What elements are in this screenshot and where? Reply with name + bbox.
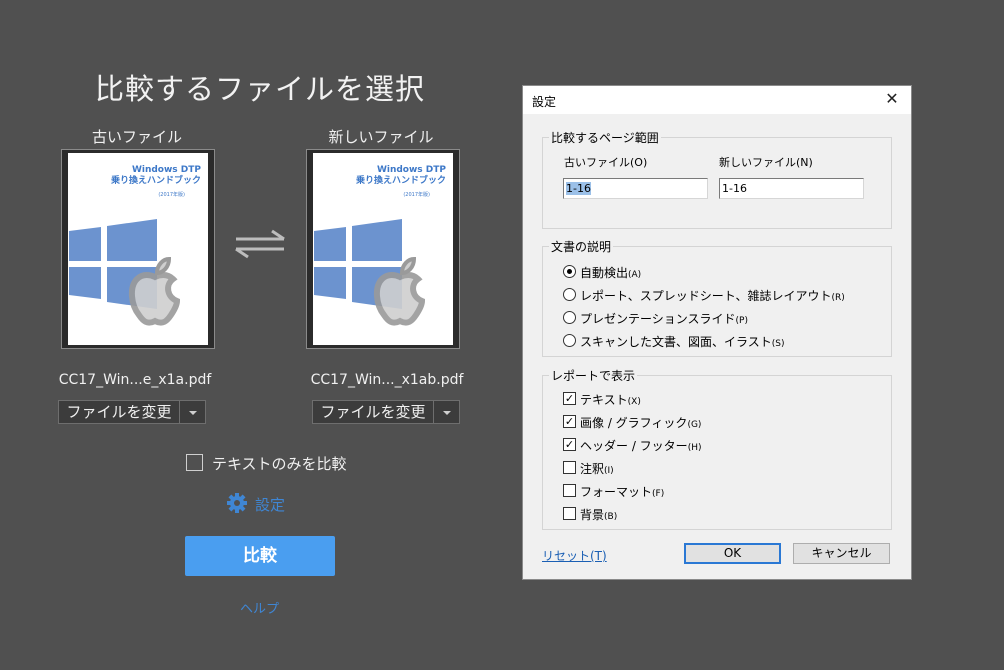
thumb-title: Windows DTP 乗り換えハンドブック (110, 165, 201, 186)
new-change-dropdown-button[interactable] (434, 400, 460, 424)
item-text: ヘッダー / フッター (580, 439, 688, 453)
item-text: 注釈 (580, 462, 605, 476)
thumb-subtitle: (2017年版) (403, 192, 430, 198)
checkbox[interactable] (563, 461, 576, 474)
new-range-value: 1-16 (722, 182, 747, 195)
old-file-thumbnail[interactable]: Windows DTP 乗り換えハンドブック (2017年版) (62, 150, 214, 348)
old-range-label: 古いファイル(O) (564, 156, 648, 169)
settings-dialog: 設定 ✕ 比較するページ範囲 古いファイル(O) 新しいファイル(N) 1-16… (522, 85, 912, 580)
reset-link[interactable]: リセット(T) (542, 547, 607, 564)
radio-button[interactable] (563, 265, 576, 278)
windows-apple-artwork (314, 219, 426, 326)
option-key: (S) (771, 339, 785, 349)
option-text: 自動検出 (580, 266, 629, 280)
dialog-titlebar: 設定 ✕ (523, 86, 911, 114)
new-file-label: 新しいファイル (328, 128, 434, 146)
item-text: フォーマット (580, 485, 653, 499)
page-title: 比較するファイルを選択 (94, 72, 425, 106)
item-text: 背景 (580, 508, 605, 522)
item-key: (G) (687, 420, 702, 430)
item-key: (I) (604, 466, 614, 476)
option-text: スキャンした文書、図面、イラスト (580, 335, 772, 349)
old-change-dropdown-button[interactable] (180, 400, 206, 424)
old-file-label: 古いファイル (91, 128, 182, 146)
gear-icon[interactable] (227, 493, 247, 513)
checkbox[interactable]: ✓ (563, 415, 576, 428)
swap-arrows-icon (235, 229, 285, 259)
item-key: (H) (687, 443, 702, 453)
ok-button[interactable]: OK (684, 543, 781, 564)
new-filename: CC17_Win..._x1ab.pdf (310, 372, 464, 388)
new-file-thumbnail[interactable]: Windows DTP 乗り換えハンドブック (2017年版) (307, 150, 459, 348)
radio-button[interactable] (563, 334, 576, 347)
radio-button[interactable] (563, 288, 576, 301)
compare-button[interactable]: 比較 (185, 536, 335, 576)
old-change-file-button[interactable]: ファイルを変更 (58, 400, 180, 424)
item-key: (F) (652, 489, 665, 499)
new-range-input[interactable]: 1-16 (719, 178, 864, 199)
text-only-checkbox[interactable] (186, 454, 203, 471)
checkbox[interactable]: ✓ (563, 438, 576, 451)
page-range-group-label: 比較するページ範囲 (549, 129, 661, 146)
item-key: (X) (627, 397, 641, 407)
option-key: (R) (831, 293, 845, 303)
cancel-button[interactable]: キャンセル (793, 543, 890, 564)
windows-apple-artwork (69, 219, 181, 326)
item-text: テキスト (580, 393, 628, 407)
option-key: (A) (628, 270, 642, 280)
page-range-group: 比較するページ範囲 古いファイル(O) 新しいファイル(N) 1-16 1-16 (542, 129, 892, 229)
doc-description-group-label: 文書の説明 (549, 238, 614, 255)
option-text: レポート、スプレッドシート、雑誌レイアウト (580, 289, 832, 303)
old-range-value: 1-16 (566, 182, 591, 195)
new-change-file-button[interactable]: ファイルを変更 (312, 400, 434, 424)
item-key: (B) (604, 512, 618, 522)
checkbox[interactable]: ✓ (563, 392, 576, 405)
report-display-group-label: レポートで表示 (549, 367, 638, 384)
option-key: (P) (735, 316, 748, 326)
dialog-title: 設定 (532, 95, 557, 109)
checkbox[interactable] (563, 484, 576, 497)
close-icon[interactable]: ✕ (881, 89, 903, 111)
settings-link[interactable]: 設定 (255, 494, 285, 515)
new-range-label: 新しいファイル(N) (719, 156, 813, 169)
text-only-label[interactable]: テキストのみを比較 (212, 453, 347, 474)
old-range-input[interactable]: 1-16 (563, 178, 708, 199)
thumb-subtitle: (2017年版) (158, 192, 185, 198)
radio-button[interactable] (563, 311, 576, 324)
option-text: プレゼンテーションスライド (580, 312, 736, 326)
doc-description-group: 文書の説明 自動検出(A) レポート、スプレッドシート、雑誌レイアウト(R) プ… (542, 238, 892, 357)
help-link[interactable]: ヘルプ (240, 598, 279, 617)
item-text: 画像 / グラフィック (580, 416, 688, 430)
thumb-title: Windows DTP 乗り換えハンドブック (355, 165, 446, 186)
checkbox[interactable] (563, 507, 576, 520)
old-filename: CC17_Win...e_x1a.pdf (58, 372, 212, 388)
report-display-group: レポートで表示 ✓ テキスト(X) ✓ 画像 / グラフィック(G) ✓ ヘッダ… (542, 367, 892, 530)
